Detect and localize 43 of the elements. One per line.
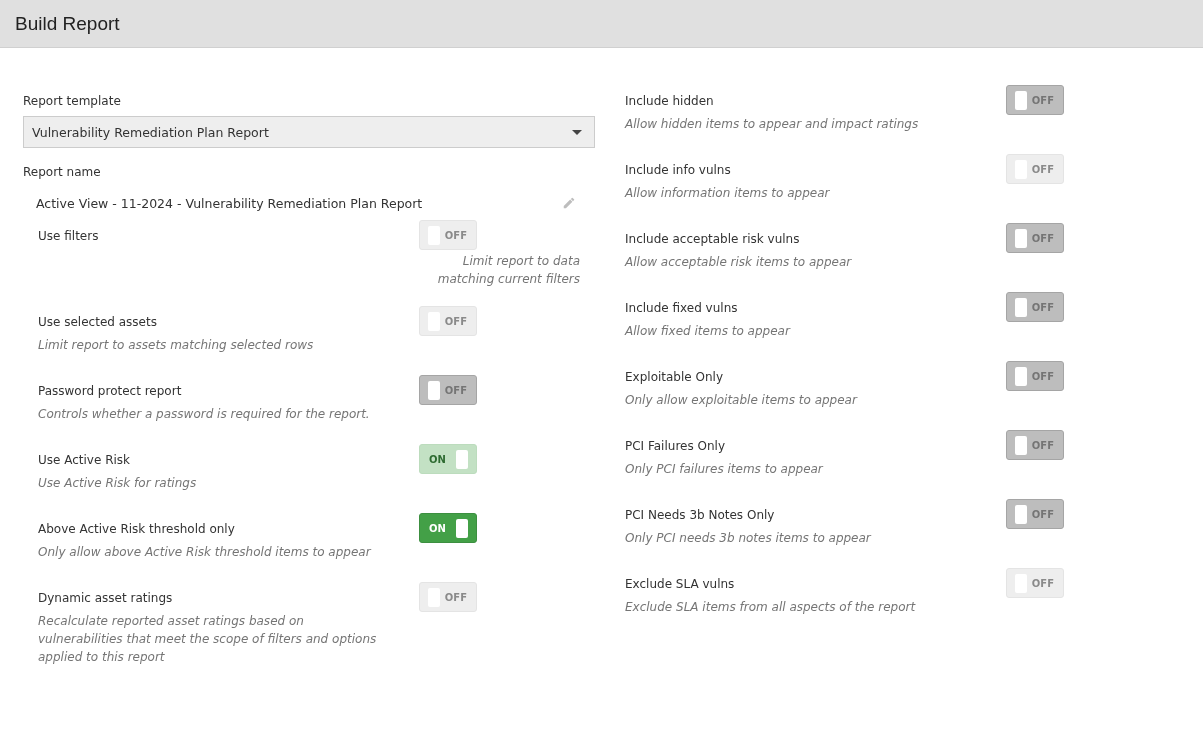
option-description: Allow acceptable risk items to appear bbox=[625, 254, 853, 271]
option-label: PCI Failures Only bbox=[625, 438, 726, 454]
option-description: Only PCI needs 3b notes items to appear bbox=[625, 530, 873, 547]
option-label: Above Active Risk threshold only bbox=[38, 521, 236, 537]
toggle-switch[interactable]: OFF bbox=[1006, 499, 1064, 529]
toggle-switch[interactable]: OFF bbox=[1006, 292, 1064, 322]
option-label: Include hidden bbox=[625, 93, 715, 109]
option-description: Only allow exploitable items to appear bbox=[625, 392, 859, 409]
option-label: Exploitable Only bbox=[625, 369, 724, 385]
option-description: Allow fixed items to appear bbox=[625, 323, 792, 340]
option-label: Exclude SLA vulns bbox=[625, 576, 736, 592]
edit-icon[interactable] bbox=[562, 196, 576, 210]
option-description: Exclude SLA items from all aspects of the report bbox=[625, 599, 917, 616]
template-dropdown[interactable]: Vulnerability Remediation Plan Report bbox=[23, 116, 595, 148]
report-name-value: Active View - 11-2024 - Vulnerability Remediation Plan Report bbox=[36, 195, 423, 211]
toggle-switch[interactable]: OFF bbox=[1006, 223, 1064, 253]
option-label: Use Active Risk bbox=[38, 452, 132, 468]
option-label: Dynamic asset ratings bbox=[38, 590, 174, 606]
option-description: Limit report to assets matching selected rows bbox=[38, 337, 315, 354]
field-label: Report name bbox=[23, 164, 102, 180]
option-description: Only allow above Active Risk threshold items to appear bbox=[38, 544, 373, 561]
option-label: Include acceptable risk vulns bbox=[625, 231, 801, 247]
toggle-switch[interactable]: ON bbox=[419, 513, 477, 543]
toggle-switch[interactable]: OFF bbox=[1006, 361, 1064, 391]
option-label: Include fixed vulns bbox=[625, 300, 739, 316]
toggle-switch[interactable]: OFF bbox=[1006, 430, 1064, 460]
option-description: Allow hidden items to appear and impact ratings bbox=[625, 116, 920, 133]
caret-icon bbox=[572, 129, 582, 135]
option-label: PCI Needs 3b Notes Only bbox=[625, 507, 776, 523]
option-label: Use selected assets bbox=[38, 314, 158, 330]
window-title: Build Report bbox=[15, 12, 120, 35]
option-description: Allow information items to appear bbox=[625, 185, 831, 202]
option-label: Include info vulns bbox=[625, 162, 732, 178]
option-description: Only PCI failures items to appear bbox=[625, 461, 825, 478]
toggle-switch[interactable]: OFF bbox=[419, 375, 477, 405]
option-description: Controls whether a password is required for the report. bbox=[38, 406, 371, 423]
toggle-switch[interactable]: OFF bbox=[1006, 85, 1064, 115]
option-description: Limit report to data matching current filters bbox=[436, 253, 580, 288]
option-description: Recalculate reported asset ratings based on vulnerabilities that meet the scope of filters and options applied to this report bbox=[38, 613, 378, 666]
field-label: Report template bbox=[23, 93, 122, 109]
option-label: Password protect report bbox=[38, 383, 183, 399]
option-label: Use filters bbox=[38, 228, 100, 244]
option-description: Use Active Risk for ratings bbox=[38, 475, 198, 492]
